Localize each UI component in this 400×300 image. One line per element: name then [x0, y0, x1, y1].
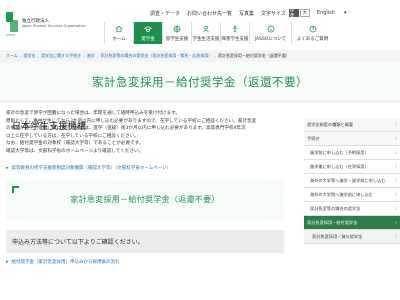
sidebar-item-reservation[interactable]: 進学前に申し込む（予約採用） ›: [304, 146, 400, 160]
chevron-right-icon: ›: [395, 233, 397, 240]
sidebar-item-enrolled[interactable]: 進学後に申し込む（在学採用） ›: [304, 160, 400, 174]
main-content: 家計の急変で修学が困難になった場合は、年間を通して随時申込みを受け付けます。 原…: [6, 110, 284, 265]
scholarship-icon: [144, 25, 152, 33]
arrow-right-icon: ▸: [6, 164, 9, 171]
language-label: English: [316, 10, 335, 16]
chevron-right-icon: ›: [395, 177, 397, 184]
chevron-right-icon: ›: [395, 205, 397, 212]
utility-nav: 調査・データ お問い合わせ先一覧 写真集 文字サイズ 標準 大 English …: [150, 8, 354, 19]
sidebar-item-overseas[interactable]: 海外の大学等へ進学・留学前に申し込む ›: [304, 174, 400, 188]
title-band: 家計急変採用－給付奨学金（返還不要）: [0, 62, 400, 102]
breadcrumb-scholarship[interactable]: 奨学金: [24, 53, 36, 59]
section-heading-card: 家計急変採用－給付奨学金（返還不要）: [6, 179, 284, 220]
breadcrumb: ホーム › 奨学金 › 奨学金に関する手続き › 進学 › 家計急変等の場合の奨学金（家…: [0, 50, 400, 62]
jasso-logo-mark: JASSO: [6, 12, 18, 37]
chevron-right-icon: ›: [395, 135, 397, 142]
font-size-switcher: 文字サイズ 標準 大: [261, 8, 311, 19]
chevron-right-icon: ›: [395, 121, 397, 128]
breadcrumb-procedures[interactable]: 奨学金に関する手続き: [41, 53, 81, 59]
chevron-down-icon: ▾: [343, 10, 347, 16]
section-heading: 家計急変採用－給付奨学金（返還不要）: [70, 195, 220, 205]
jasso-logo[interactable]: JASSO 独立行政法人 日本学生支援機構 Japan Student Serv…: [6, 12, 87, 132]
chevron-right-icon: ›: [395, 149, 397, 156]
nav-student-life[interactable]: 学生生活支援: [191, 22, 220, 44]
related-link[interactable]: ▸ 高等教育の修学支援新制度対象機関（確認大学等）（文部科学省ホームページ）: [6, 165, 284, 171]
sidebar-item-emergency-loan[interactable]: 家計急変採用－貸与奨学金 ›: [304, 230, 400, 244]
font-size-large-button[interactable]: 大: [299, 9, 310, 17]
accessibility-icon: [231, 25, 239, 33]
sidebar-item-overseas-grad[interactable]: 海外の大学院へ進学前に申し込む ›: [304, 188, 400, 202]
application-flow-link[interactable]: ▸ 給付奨学金（家計急変採用）申込みから採用後の流れ: [6, 259, 284, 265]
nav-about[interactable]: JASSOについて: [249, 22, 291, 44]
sidebar-item-overview[interactable]: 奨学金制度の種類と概要 ›: [304, 118, 400, 132]
sidebar-nav: 奨学金制度の種類と概要 › 手続き › 進学前に申し込む（予約採用） › 進学後に申し…: [304, 118, 400, 244]
nav-international[interactable]: 留学生支援: [162, 22, 191, 44]
chevron-right-icon: ›: [395, 219, 397, 226]
utility-link-survey[interactable]: 調査・データ: [150, 10, 180, 17]
arrow-right-icon: ▸: [6, 258, 9, 265]
utility-link-photos[interactable]: 写真集: [239, 10, 254, 17]
globe-icon: [173, 25, 181, 33]
sidebar-item-emergency[interactable]: 家計急変等の場合の奨学金 ›: [304, 202, 400, 216]
breadcrumb-emergency[interactable]: 家計急変等の場合の奨学金（家計急変採用・緊急・応急採用）: [100, 53, 212, 59]
question-icon: [309, 25, 317, 33]
global-nav: ホーム 奨学金 留学生支援 学生生活支援 障害学生支援 JASSOについて よく…: [104, 22, 333, 44]
language-selector[interactable]: English ▾: [317, 10, 354, 16]
font-size-standard-button[interactable]: 標準: [288, 8, 299, 19]
corner-accent: [12, 185, 19, 193]
nav-faq[interactable]: よくあるご質問: [291, 22, 333, 44]
site-header: JASSO 独立行政法人 日本学生支援機構 Japan Student Serv…: [0, 0, 400, 132]
chevron-right-icon: ›: [395, 163, 397, 170]
info-icon: [267, 25, 275, 33]
chevron-right-icon: ›: [395, 191, 397, 198]
breadcrumb-home[interactable]: ホーム: [6, 53, 18, 59]
utility-link-contact[interactable]: お問い合わせ先一覧: [187, 10, 232, 17]
student-icon: [202, 25, 210, 33]
nav-scholarship[interactable]: 奨学金: [133, 22, 162, 44]
sidebar-item-procedures[interactable]: 手続き ›: [304, 132, 400, 146]
nav-disability-support[interactable]: 障害学生支援: [220, 22, 249, 44]
page-title: 家計急変採用－給付奨学金（返還不要）: [92, 74, 308, 89]
breadcrumb-advancement[interactable]: 進学: [87, 53, 95, 59]
sidebar-item-emergency-grant[interactable]: 家計急変採用－給付奨学金 ›: [304, 216, 400, 230]
intro-text: 家計の急変で修学が困難になった場合は、年間を通して随時申込みを受け付けます。 原…: [6, 111, 257, 154]
home-icon: [115, 25, 123, 33]
nav-home[interactable]: ホーム: [104, 22, 133, 44]
application-info-box: 申込み方法等について以下よりご確認ください。: [6, 229, 284, 253]
breadcrumb-current: 家計急変採用－給付奨学金（返還不要）: [217, 53, 290, 58]
font-size-label: 文字サイズ: [261, 10, 286, 17]
logo-english: Japan Student Services Organization: [22, 23, 87, 28]
